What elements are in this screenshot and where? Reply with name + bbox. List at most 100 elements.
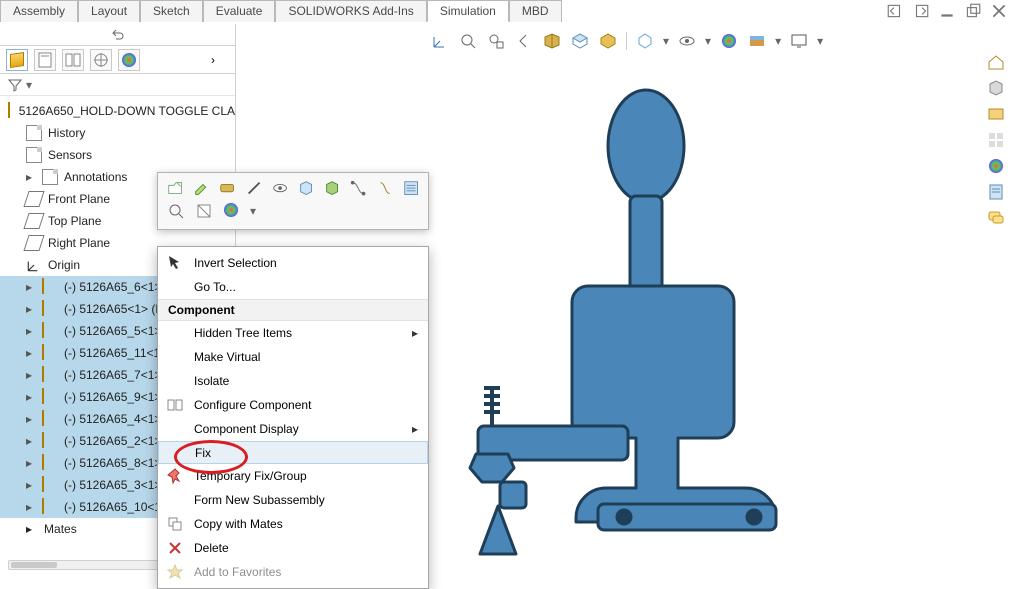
menu-add-favorites[interactable]: Add to Favorites [158, 560, 428, 584]
appearances-icon[interactable] [986, 156, 1006, 176]
section-view-icon[interactable] [542, 31, 562, 51]
task-pane-strip [986, 52, 1008, 228]
view-palette-icon[interactable] [986, 130, 1006, 150]
chevron-right-icon[interactable]: › [211, 53, 229, 67]
tab-layout[interactable]: Layout [78, 0, 140, 22]
expand-caret-icon[interactable]: ▸ [26, 412, 36, 426]
dimxpert-tab-icon[interactable] [90, 49, 112, 71]
zoom-selection-icon[interactable] [166, 201, 186, 221]
tree-filter-row[interactable]: ▾ [0, 74, 235, 96]
menu-temporary-fix[interactable]: Temporary Fix/Group [158, 464, 428, 488]
expand-caret-icon[interactable]: ▸ [26, 390, 36, 404]
tree-history[interactable]: History [0, 122, 235, 144]
tree-component-label: (-) 5126A65_7<1> ( [64, 368, 169, 382]
tab-mbd[interactable]: MBD [509, 0, 562, 22]
expand-caret-icon[interactable]: ▸ [26, 368, 36, 382]
expand-caret-icon[interactable]: ▸ [26, 170, 36, 184]
tab-simulation[interactable]: Simulation [427, 0, 509, 22]
hide-show-icon[interactable] [635, 31, 655, 51]
chevron-down-icon[interactable]: ▾ [775, 34, 781, 48]
smart-mates-icon[interactable] [376, 179, 394, 199]
expand-caret-icon[interactable]: ▸ [26, 522, 32, 536]
history-rollback-arrow[interactable] [0, 24, 235, 46]
zoom-fit-icon[interactable] [458, 31, 478, 51]
expand-caret-icon[interactable]: ▸ [26, 434, 36, 448]
normal-to-icon[interactable] [194, 201, 214, 221]
config-manager-tab-icon[interactable] [62, 49, 84, 71]
mate-icon[interactable] [349, 179, 367, 199]
edit-part-icon[interactable] [192, 179, 210, 199]
menu-copy-with-mates[interactable]: Copy with Mates [158, 512, 428, 536]
tab-evaluate[interactable]: Evaluate [203, 0, 276, 22]
tab-addins[interactable]: SOLIDWORKS Add-Ins [275, 0, 426, 22]
display-style-icon[interactable] [598, 31, 618, 51]
menu-delete[interactable]: Delete [158, 536, 428, 560]
menu-fix[interactable]: Fix [158, 441, 428, 464]
move-component-icon[interactable] [297, 179, 315, 199]
tree-root-label: 5126A650_HOLD-DOWN TOGGLE CLA [19, 104, 235, 118]
pen-icon[interactable] [245, 179, 263, 199]
chevron-down-icon[interactable]: ▾ [705, 34, 711, 48]
restore-icon[interactable] [964, 3, 982, 19]
chevron-down-icon[interactable]: ▾ [817, 34, 823, 48]
rotate-component-icon[interactable] [323, 179, 341, 199]
eye-icon[interactable] [271, 179, 289, 199]
menu-component-display[interactable]: Component Display▸ [158, 417, 428, 441]
list-icon[interactable] [402, 179, 420, 199]
prev-view-icon[interactable] [514, 31, 534, 51]
expand-caret-icon[interactable]: ▸ [26, 478, 36, 492]
eye-icon[interactable] [677, 31, 697, 51]
menu-make-virtual[interactable]: Make Virtual [158, 345, 428, 369]
part-icon [42, 301, 58, 317]
minimize-icon[interactable] [938, 3, 956, 19]
zoom-area-icon[interactable] [486, 31, 506, 51]
expand-caret-icon[interactable]: ▸ [26, 346, 36, 360]
assembly-icon [8, 103, 13, 119]
prev-window-icon[interactable] [886, 3, 904, 19]
expand-caret-icon[interactable]: ▸ [26, 302, 36, 316]
forum-icon[interactable] [986, 208, 1006, 228]
view-orientation-icon[interactable] [570, 31, 590, 51]
screen-icon[interactable] [789, 31, 809, 51]
scene-icon[interactable] [747, 31, 767, 51]
chevron-down-icon[interactable]: ▾ [250, 204, 256, 218]
tree-sensors[interactable]: Sensors [0, 144, 235, 166]
expand-caret-icon[interactable]: ▸ [26, 500, 36, 514]
tab-sketch[interactable]: Sketch [140, 0, 203, 22]
menu-isolate[interactable]: Isolate [158, 369, 428, 393]
close-icon[interactable] [990, 3, 1008, 19]
expand-caret-icon[interactable]: ▸ [26, 324, 36, 338]
property-manager-tab-icon[interactable] [34, 49, 56, 71]
next-window-icon[interactable] [912, 3, 930, 19]
chevron-down-icon[interactable]: ▾ [663, 34, 669, 48]
tree-root[interactable]: 5126A650_HOLD-DOWN TOGGLE CLA [0, 100, 235, 122]
configure-icon [166, 396, 184, 414]
custom-props-icon[interactable] [986, 182, 1006, 202]
part-icon [42, 433, 58, 449]
funnel-icon [8, 78, 22, 92]
expand-caret-icon[interactable]: ▸ [26, 456, 36, 470]
menu-go-to[interactable]: Go To... [158, 275, 428, 299]
menu-label: Component Display [194, 422, 299, 436]
display-manager-tab-icon[interactable] [118, 49, 140, 71]
design-library-icon[interactable] [986, 78, 1006, 98]
menu-form-subassembly[interactable]: Form New Subassembly [158, 488, 428, 512]
open-part-icon[interactable] [166, 179, 184, 199]
context-toolbar: ▾ [157, 172, 429, 230]
feature-manager-tab-icon[interactable] [6, 49, 28, 71]
triad-icon[interactable] [430, 31, 450, 51]
scrollbar-thumb[interactable] [11, 562, 57, 568]
flex-icon[interactable] [218, 179, 236, 199]
menu-invert-selection[interactable]: Invert Selection [158, 251, 428, 275]
expand-caret-icon[interactable]: ▸ [26, 280, 36, 294]
appearance-dropdown-icon[interactable] [222, 201, 242, 221]
file-explorer-icon[interactable] [986, 104, 1006, 124]
menu-configure-component[interactable]: Configure Component [158, 393, 428, 417]
home-icon[interactable] [986, 52, 1006, 72]
part-icon [42, 345, 58, 361]
appearance-icon[interactable] [719, 31, 739, 51]
tree-component-label: (-) 5126A65_3<1> ( [64, 478, 169, 492]
menu-hidden-tree-items[interactable]: Hidden Tree Items▸ [158, 321, 428, 345]
tree-component-label: (-) 5126A65_11<1> [64, 346, 167, 360]
tab-assembly[interactable]: Assembly [0, 0, 78, 22]
